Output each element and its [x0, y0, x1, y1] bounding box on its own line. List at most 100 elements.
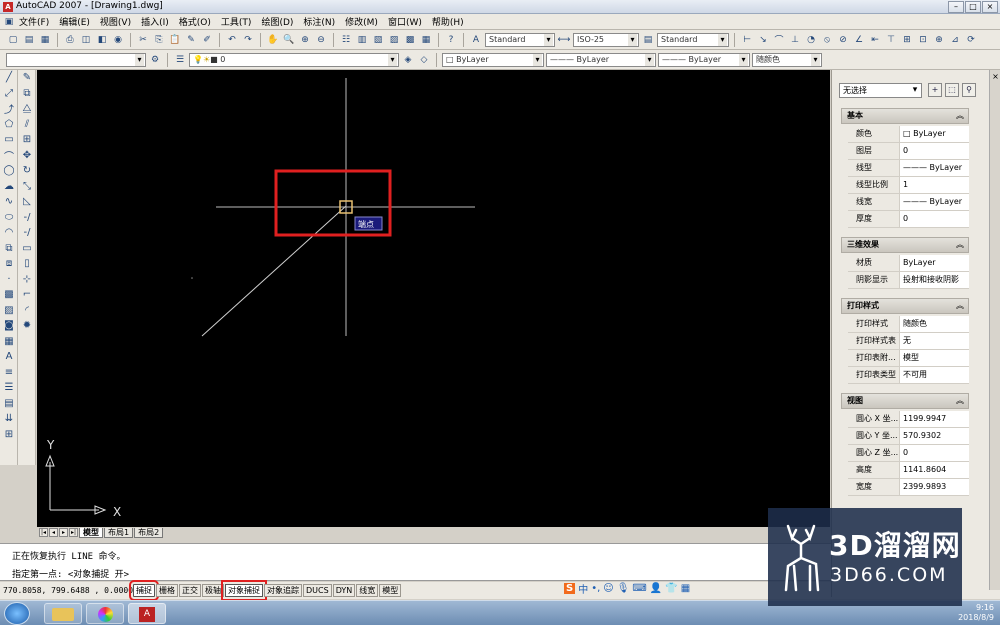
property-row[interactable]: 线宽 ——— ByLayer — [848, 194, 969, 211]
tolerance-icon[interactable]: ⊡ — [916, 33, 930, 47]
ellipse-arc-icon[interactable]: ◠ — [0, 225, 18, 241]
rectangle-icon[interactable]: ▭ — [0, 132, 18, 148]
undo-icon[interactable]: ↶ — [225, 33, 239, 47]
coordinate-readout[interactable]: 770.8058, 799.6488 , 0.0000 — [0, 586, 133, 595]
property-row[interactable]: 圆心 Z 坐... 0 — [848, 445, 969, 462]
tool-palettes-icon[interactable]: ▧ — [371, 33, 385, 47]
workspace-select[interactable] — [6, 52, 146, 67]
table-style-icon[interactable]: ▤ — [641, 33, 655, 47]
property-row[interactable]: 宽度 2399.9893 — [848, 479, 969, 496]
save-icon[interactable]: ▦ — [38, 33, 52, 47]
property-row[interactable]: 打印样式 随颜色 — [848, 316, 969, 333]
layer-previous-icon[interactable]: ◇ — [417, 53, 431, 67]
section-header[interactable]: 三维效果 ︽ — [841, 237, 969, 253]
array-icon[interactable]: ⊞ — [18, 132, 36, 148]
rotate-icon[interactable]: ↻ — [18, 163, 36, 179]
paste-icon[interactable]: 📋 — [168, 33, 182, 47]
palette-close-icon[interactable]: × — [990, 72, 1000, 81]
move-icon[interactable]: ✥ — [18, 148, 36, 164]
property-row[interactable]: 圆心 X 坐... 1199.9947 — [848, 411, 969, 428]
chamfer-icon[interactable]: ⌐ — [18, 287, 36, 303]
angular-icon[interactable]: ∠ — [852, 33, 866, 47]
property-row[interactable]: 线型 ——— ByLayer — [848, 160, 969, 177]
gradient-icon[interactable]: ▨ — [0, 303, 18, 319]
snap-toggle[interactable]: 捕捉 — [129, 580, 159, 601]
lineweight-toggle[interactable]: 线宽 — [356, 584, 379, 597]
property-row[interactable]: 高度 1141.8604 — [848, 462, 969, 479]
collapse-chevron-icon[interactable]: ︽ — [956, 238, 964, 252]
design-center-icon[interactable]: ▥ — [355, 33, 369, 47]
join-icon[interactable]: ⊹ — [18, 272, 36, 288]
select-objects-icon[interactable]: ⬚ — [945, 83, 959, 97]
ime-toolbox-icon[interactable]: ▦ — [681, 583, 690, 594]
taskbar-photos-icon[interactable] — [86, 603, 124, 624]
ellipse-icon[interactable]: ⬭ — [0, 210, 18, 226]
3d-dwf-icon[interactable]: ◉ — [111, 33, 125, 47]
layer-freeze-icon[interactable]: ⊞ — [0, 427, 18, 443]
ducs-toggle[interactable]: DUCS — [303, 584, 332, 597]
help-icon[interactable]: ? — [444, 33, 458, 47]
zoom-previous-icon[interactable]: ⊖ — [314, 33, 328, 47]
prev-tab-icon[interactable]: ◂ — [49, 528, 58, 537]
menu-dimension[interactable]: 标注(N) — [298, 15, 340, 28]
property-row[interactable]: 厚度 0 — [848, 211, 969, 228]
menu-window[interactable]: 窗口(W) — [383, 15, 427, 28]
ime-skin-icon[interactable]: 👕 — [665, 583, 677, 594]
diameter-icon[interactable]: ⊘ — [836, 33, 850, 47]
table-icon[interactable]: ▦ — [0, 334, 18, 350]
grid-toggle[interactable]: 栅格 — [156, 584, 178, 597]
document-icon[interactable]: ▣ — [4, 15, 14, 29]
ime-chinese-toggle[interactable]: 中 — [578, 581, 588, 596]
property-row[interactable]: 材质 ByLayer — [848, 255, 969, 272]
copy-icon[interactable]: ⎘ — [152, 33, 166, 47]
property-row[interactable]: 打印表附... 模型 — [848, 350, 969, 367]
point-icon[interactable]: · — [0, 272, 18, 288]
property-row[interactable]: 线型比例 1 — [848, 177, 969, 194]
sheet-set-icon[interactable]: ▨ — [387, 33, 401, 47]
continue-icon[interactable]: ⊞ — [900, 33, 914, 47]
property-value[interactable]: 1141.8604 — [899, 462, 969, 478]
jogged-icon[interactable]: ⦸ — [820, 33, 834, 47]
layer-walk-icon[interactable]: ▤ — [0, 396, 18, 412]
next-tab-icon[interactable]: ▸ — [59, 528, 68, 537]
make-block-icon[interactable]: ⧈ — [0, 256, 18, 272]
palette-title-strip[interactable]: × — [989, 70, 1000, 590]
property-value[interactable]: 模型 — [899, 350, 969, 366]
dyn-toggle[interactable]: DYN — [332, 584, 356, 597]
offset-icon[interactable]: ⫽ — [18, 117, 36, 133]
properties-icon[interactable]: ☷ — [339, 33, 353, 47]
menu-tools[interactable]: 工具(T) — [216, 15, 257, 28]
polygon-icon[interactable]: ⬠ — [0, 117, 18, 133]
layer-select[interactable]: 💡☀■ 0 — [189, 52, 399, 67]
layer-tool-icon[interactable]: ☰ — [0, 380, 18, 396]
arc-length-icon[interactable]: ⌒ — [772, 33, 786, 47]
hatch-icon[interactable]: ▩ — [0, 287, 18, 303]
collapse-chevron-icon[interactable]: ︽ — [956, 299, 964, 313]
line-icon[interactable]: ╱ — [0, 70, 18, 86]
sogou-icon[interactable]: S — [564, 582, 576, 594]
taskbar-explorer-icon[interactable] — [44, 603, 82, 624]
ime-emoji-icon[interactable]: ☺ — [603, 583, 613, 594]
text-style-select[interactable]: Standard — [485, 32, 555, 47]
property-value[interactable]: 不可用 — [899, 367, 969, 383]
property-value[interactable]: 0 — [899, 211, 969, 227]
match-properties-icon[interactable]: ✎ — [184, 33, 198, 47]
open-icon[interactable]: ▤ — [22, 33, 36, 47]
menu-file[interactable]: 文件(F) — [14, 15, 54, 28]
property-row[interactable]: 打印样式表无 — [848, 333, 969, 350]
linetype-select[interactable]: ——— ByLayer — [546, 52, 656, 67]
tab-model[interactable]: 模型 — [79, 527, 103, 538]
ime-punctuation-icon[interactable]: •, — [591, 583, 600, 594]
drawing-canvas[interactable]: 端点 Y X — [37, 70, 830, 527]
menu-modify[interactable]: 修改(M) — [340, 15, 383, 28]
collapse-chevron-icon[interactable]: ︽ — [956, 109, 964, 123]
property-value[interactable]: 2399.9893 — [899, 479, 969, 495]
lineweight-select[interactable]: ——— ByLayer — [658, 52, 750, 67]
layer-isolate-icon[interactable]: ⇊ — [0, 411, 18, 427]
table-style-select[interactable]: Standard — [657, 32, 729, 47]
new-icon[interactable]: ▢ — [6, 33, 20, 47]
quick-select-icon[interactable]: ⚲ — [962, 83, 976, 97]
center-mark-icon[interactable]: ⊕ — [932, 33, 946, 47]
linear-dim-icon[interactable]: ⊢ — [740, 33, 754, 47]
layer-state-icon[interactable]: ≡ — [0, 365, 18, 381]
